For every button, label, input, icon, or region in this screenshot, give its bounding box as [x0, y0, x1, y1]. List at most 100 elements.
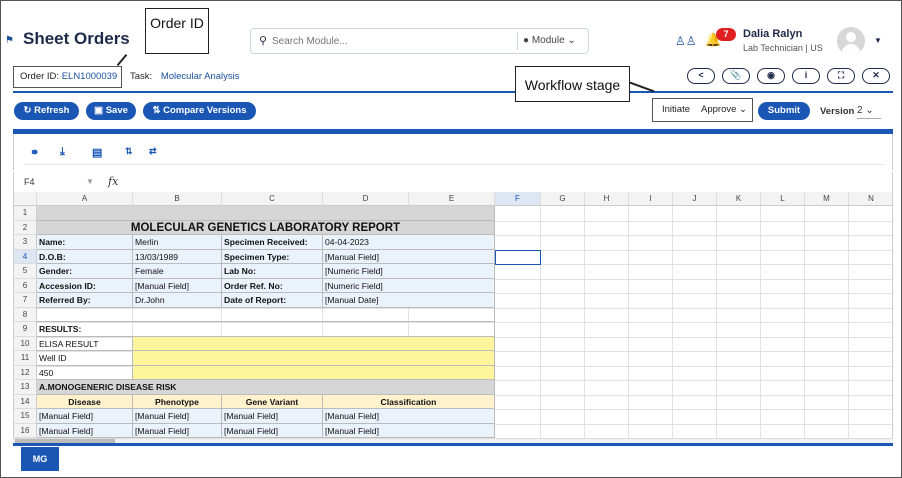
table-header[interactable]: Disease — [37, 394, 133, 409]
sheet-tab-mg[interactable]: MG — [21, 447, 59, 471]
chart-icon[interactable]: ▤ — [92, 146, 102, 159]
field-value[interactable]: Merlin — [133, 235, 222, 250]
column-header-i[interactable]: I — [629, 192, 673, 206]
column-header-c[interactable]: C — [222, 192, 323, 206]
field-value[interactable]: 13/03/1989 — [133, 249, 222, 264]
selected-cell[interactable] — [495, 249, 541, 265]
row-header-14[interactable]: 14 — [14, 394, 37, 409]
results-label[interactable]: RESULTS: — [37, 322, 495, 337]
approve-select[interactable]: Approve ⌄ — [701, 99, 747, 121]
refresh-button[interactable]: ↻ Refresh — [14, 102, 79, 120]
row-header-7[interactable]: 7 — [14, 293, 37, 308]
table-header[interactable]: Gene Variant — [222, 394, 323, 409]
eye-icon[interactable]: ◉ — [757, 68, 785, 84]
column-header-b[interactable]: B — [133, 192, 222, 206]
row-header-4[interactable]: 4 — [14, 249, 37, 264]
row-header-6[interactable]: 6 — [14, 278, 37, 293]
fullscreen-icon[interactable]: ⛶ — [827, 68, 855, 84]
row-header-11[interactable]: 11 — [14, 351, 37, 366]
field-label[interactable]: Referred By: — [37, 293, 133, 308]
field-value[interactable]: [Manual Date] — [323, 293, 495, 308]
insert-rows-icon[interactable]: ⇅ — [125, 146, 133, 157]
field-label[interactable]: Order Ref. No: — [222, 278, 323, 293]
chevron-down-icon[interactable]: ▼ — [874, 36, 882, 45]
field-label[interactable]: Lab No: — [222, 264, 323, 279]
field-value[interactable]: [Numeric Field] — [323, 264, 495, 279]
field-value[interactable]: [Numeric Field] — [323, 278, 495, 293]
column-header-l[interactable]: L — [761, 192, 805, 206]
chevron-down-icon[interactable]: ▼ — [86, 177, 94, 186]
field-label[interactable]: D.O.B: — [37, 249, 133, 264]
spreadsheet-grid[interactable]: A B C D E F G H I J K L M N 1 2 3 4 5 6 7 8 9 10 11 12 13 14 15 16 MOL… — [13, 192, 893, 440]
row-header-1[interactable]: 1 — [14, 206, 37, 221]
column-header-d[interactable]: D — [323, 192, 409, 206]
table-cell[interactable]: [Manual Field] — [133, 423, 222, 438]
download-icon[interactable]: ⤓ — [60, 146, 65, 159]
version-select[interactable]: 2 ⌄ — [857, 103, 881, 119]
column-header-h[interactable]: H — [585, 192, 629, 206]
row-header-2[interactable]: 2 — [14, 220, 37, 235]
cell-reference[interactable]: F4 — [24, 177, 35, 187]
column-header-m[interactable]: M — [805, 192, 849, 206]
link-icon[interactable]: ⚭ — [30, 146, 39, 159]
table-cell[interactable]: [Manual Field] — [37, 423, 133, 438]
column-header-e[interactable]: E — [409, 192, 495, 206]
table-header[interactable]: Phenotype — [133, 394, 222, 409]
row-header-16[interactable]: 16 — [14, 423, 37, 438]
submit-button[interactable]: Submit — [758, 102, 810, 120]
module-dropdown[interactable]: ● Module ⌄ — [523, 35, 576, 46]
users-icon[interactable]: ♙♙ — [675, 34, 697, 48]
row-header-13[interactable]: 13 — [14, 380, 37, 395]
column-header-g[interactable]: G — [541, 192, 585, 206]
section-heading[interactable]: A.MONOGENERIC DISEASE RISK — [37, 380, 495, 395]
row-header-9[interactable]: 9 — [14, 322, 37, 337]
wavelength-value[interactable] — [133, 365, 495, 380]
table-cell[interactable]: [Manual Field] — [133, 409, 222, 424]
avatar[interactable] — [837, 27, 865, 55]
report-header-blank[interactable] — [37, 206, 495, 221]
save-button[interactable]: ▣ Save — [86, 102, 136, 120]
table-header[interactable]: Classification — [323, 394, 495, 409]
row-header-15[interactable]: 15 — [14, 409, 37, 424]
column-header-j[interactable]: J — [673, 192, 717, 206]
field-value[interactable]: [Manual Field] — [323, 249, 495, 264]
formula-bar[interactable]: F4 ▼ fx — [13, 172, 893, 192]
share-icon[interactable]: < — [687, 68, 715, 84]
report-title[interactable]: MOLECULAR GENETICS LABORATORY REPORT — [37, 220, 495, 235]
row-header-8[interactable]: 8 — [14, 307, 37, 322]
column-header-n[interactable]: N — [849, 192, 892, 206]
field-label[interactable]: Gender: — [37, 264, 133, 279]
compare-versions-button[interactable]: ⇅ Compare Versions — [143, 102, 256, 120]
table-cell[interactable]: [Manual Field] — [323, 423, 495, 438]
field-label[interactable]: Accession ID: — [37, 278, 133, 293]
elisa-label[interactable]: ELISA RESULT — [37, 336, 133, 351]
search-input[interactable] — [272, 32, 512, 50]
field-label[interactable]: Name: — [37, 235, 133, 250]
grid-corner[interactable] — [14, 192, 37, 206]
table-cell[interactable]: [Manual Field] — [37, 409, 133, 424]
sheet-cell[interactable] — [37, 307, 495, 322]
field-value[interactable]: Dr.John — [133, 293, 222, 308]
row-header-12[interactable]: 12 — [14, 365, 37, 380]
column-header-a[interactable]: A — [37, 192, 133, 206]
table-cell[interactable]: [Manual Field] — [222, 423, 323, 438]
row-header-5[interactable]: 5 — [14, 264, 37, 279]
workflow-stage[interactable]: Initiate Approve ⌄ — [652, 98, 753, 122]
wavelength-label[interactable]: 450 — [37, 365, 133, 380]
table-cell[interactable]: [Manual Field] — [323, 409, 495, 424]
field-label[interactable]: Specimen Type: — [222, 249, 323, 264]
attachment-icon[interactable]: 📎 — [722, 68, 750, 84]
column-header-k[interactable]: K — [717, 192, 761, 206]
well-id-label[interactable]: Well ID — [37, 351, 133, 366]
close-icon[interactable]: ✕ — [862, 68, 890, 84]
field-value[interactable]: 04-04-2023 — [323, 235, 495, 250]
field-label[interactable]: Date of Report: — [222, 293, 323, 308]
well-id-value[interactable] — [133, 351, 495, 366]
insert-cols-icon[interactable]: ⇄ — [149, 146, 157, 157]
column-header-f[interactable]: F — [495, 192, 541, 206]
table-cell[interactable]: [Manual Field] — [222, 409, 323, 424]
elisa-value[interactable] — [133, 336, 495, 351]
field-value[interactable]: [Manual Field] — [133, 278, 222, 293]
row-header-10[interactable]: 10 — [14, 336, 37, 351]
search-bar[interactable]: ⚲ ● Module ⌄ — [250, 28, 589, 54]
